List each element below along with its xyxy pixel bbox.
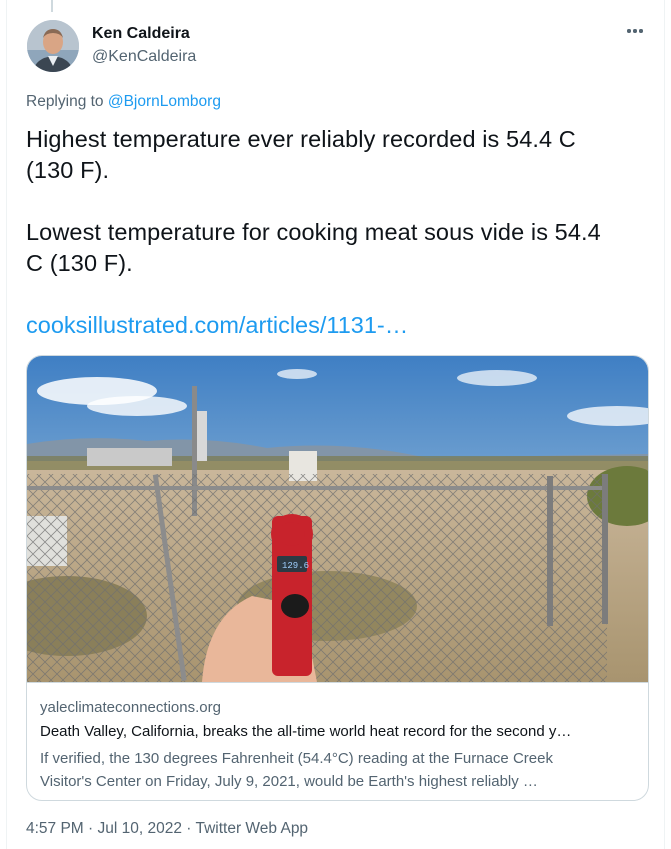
tweet-card: Ken Caldeira @KenCaldeira Replying to @B… [6,0,665,849]
preview-domain: yaleclimateconnections.org [40,699,221,716]
tweet-text-line: Highest temperature ever reliably record… [26,126,576,152]
preview-description-line: If verified, the 130 degrees Fahrenheit … [40,750,553,767]
preview-body[interactable]: yaleclimateconnections.org Death Valley,… [27,682,648,800]
tweet-metadata: 4:57 PM · Jul 10, 2022 · Twitter Web App [26,820,308,838]
avatar[interactable] [27,20,79,72]
separator: · [181,820,196,837]
tweet-date[interactable]: Jul 10, 2022 [98,820,182,837]
author-handle[interactable]: @KenCaldeira [92,48,196,66]
thermometer-reading: 129.6 [282,561,309,571]
tweet-link[interactable]: cooksillustrated.com/articles/1131-… [26,312,408,339]
preview-title: Death Valley, California, breaks the all… [40,723,572,740]
tweet-time[interactable]: 4:57 PM [26,820,84,837]
reply-mention-link[interactable]: @BjornLomborg [108,93,221,110]
separator: · [83,820,98,837]
replying-to-label: Replying to [26,93,108,110]
tweet-text-line: (130 F). [26,157,110,183]
author-name[interactable]: Ken Caldeira [92,25,190,43]
thread-connector-line [51,0,53,12]
preview-image[interactable]: 129.6 [27,356,648,682]
source-app[interactable]: Twitter Web App [195,820,308,837]
tweet-text-line: Lowest temperature for cooking meat sous… [26,219,601,245]
tweet-text-line: C (130 F). [26,250,133,276]
more-options-icon[interactable] [624,20,646,42]
replying-to: Replying to @BjornLomborg [26,93,221,111]
tweet-text: Highest temperature ever reliably record… [26,124,646,279]
preview-description-line: Visitor's Center on Friday, July 9, 2021… [40,773,538,790]
link-preview-card[interactable]: 129.6 yaleclimateconnections.org Death V… [26,355,649,801]
preview-description: If verified, the 130 degrees Fahrenheit … [40,747,640,793]
